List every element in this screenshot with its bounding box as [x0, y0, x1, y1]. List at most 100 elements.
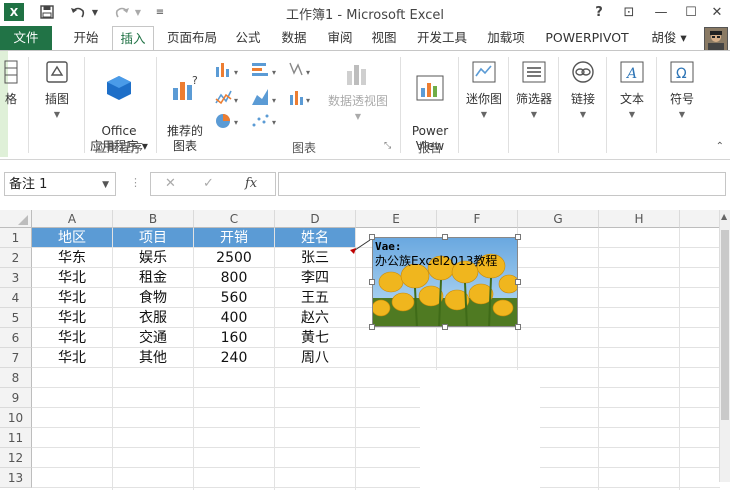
tab-file[interactable]: 文件: [0, 26, 52, 50]
confirm-entry-icon[interactable]: ✓: [203, 176, 214, 191]
column-header-d[interactable]: D: [275, 210, 356, 228]
resize-handle[interactable]: [515, 324, 521, 330]
row-header[interactable]: 2: [0, 248, 32, 268]
account-menu[interactable]: 胡俊 ▾: [642, 26, 696, 50]
collapse-ribbon-icon[interactable]: ⌃: [716, 141, 724, 152]
table-cell[interactable]: 800: [194, 268, 275, 288]
pivotchart-button[interactable]: 数据透视图 ▼: [322, 59, 394, 124]
table-cell[interactable]: 华东: [32, 248, 113, 268]
table-cell[interactable]: 王五: [275, 288, 356, 308]
charts-dialog-launcher-icon[interactable]: ⤡: [384, 141, 391, 151]
row-header[interactable]: 11: [0, 428, 32, 448]
table-cell[interactable]: 周八: [275, 348, 356, 368]
help-button[interactable]: ?: [586, 2, 612, 22]
table-cell[interactable]: 娱乐: [113, 248, 194, 268]
column-header-h[interactable]: H: [599, 210, 680, 228]
column-header-f[interactable]: F: [437, 210, 518, 228]
table-cell[interactable]: 李四: [275, 268, 356, 288]
column-header-a[interactable]: A: [32, 210, 113, 228]
cell-c1[interactable]: 开销: [194, 228, 275, 248]
table-cell[interactable]: 其他: [113, 348, 194, 368]
column-header-e[interactable]: E: [356, 210, 437, 228]
resize-handle[interactable]: [369, 279, 375, 285]
table-cell[interactable]: 560: [194, 288, 275, 308]
tab-home[interactable]: 开始: [66, 26, 106, 50]
table-cell[interactable]: 2500: [194, 248, 275, 268]
resize-handle[interactable]: [515, 279, 521, 285]
insert-function-icon[interactable]: fx: [245, 176, 257, 191]
tab-review[interactable]: 审阅: [320, 26, 360, 50]
tab-add-ins[interactable]: 加载项: [480, 26, 532, 50]
resize-handle[interactable]: [442, 234, 448, 240]
maximize-button[interactable]: ☐: [678, 2, 704, 22]
illustrations-button[interactable]: 插图 ▼: [34, 59, 80, 122]
name-box-value: 备注 1: [9, 177, 48, 192]
column-header-g[interactable]: G: [518, 210, 599, 228]
table-cell[interactable]: 衣服: [113, 308, 194, 328]
row-header[interactable]: 13: [0, 468, 32, 488]
table-cell[interactable]: 华北: [32, 288, 113, 308]
filters-button[interactable]: 筛选器 ▼: [510, 59, 558, 122]
name-box-dropdown-icon[interactable]: ▼: [102, 173, 109, 197]
sparklines-button[interactable]: 迷你图 ▼: [460, 59, 508, 122]
table-cell[interactable]: 240: [194, 348, 275, 368]
tab-developer[interactable]: 开发工具: [410, 26, 474, 50]
row-header[interactable]: 10: [0, 408, 32, 428]
vertical-scrollbar[interactable]: ▲: [719, 210, 730, 482]
tables-button[interactable]: 格: [2, 59, 20, 107]
scroll-up-icon[interactable]: ▲: [721, 212, 727, 221]
row-header[interactable]: 12: [0, 448, 32, 468]
row-header[interactable]: 9: [0, 388, 32, 408]
row-header[interactable]: 4: [0, 288, 32, 308]
links-button[interactable]: 链接 ▼: [560, 59, 606, 122]
row-header[interactable]: 1: [0, 228, 32, 248]
table-cell[interactable]: 华北: [32, 348, 113, 368]
tab-formulas[interactable]: 公式: [228, 26, 268, 50]
table-cell[interactable]: 食物: [113, 288, 194, 308]
tab-page-layout[interactable]: 页面布局: [160, 26, 224, 50]
row-header[interactable]: 6: [0, 328, 32, 348]
name-box[interactable]: 备注 1 ▼: [4, 172, 116, 196]
table-cell[interactable]: 张三: [275, 248, 356, 268]
scrollbar-thumb[interactable]: [721, 230, 729, 420]
cancel-entry-icon[interactable]: ✕: [165, 176, 176, 191]
resize-handle[interactable]: [369, 324, 375, 330]
select-all-corner[interactable]: [0, 210, 32, 228]
column-header-b[interactable]: B: [113, 210, 194, 228]
cell-d1[interactable]: 姓名: [275, 228, 356, 248]
table-cell[interactable]: 赵六: [275, 308, 356, 328]
comment-box[interactable]: Vae: 办公族Excel2013教程: [372, 237, 518, 327]
column-header-c[interactable]: C: [194, 210, 275, 228]
text-button[interactable]: A 文本 ▼: [608, 59, 656, 122]
tab-view[interactable]: 视图: [364, 26, 404, 50]
tab-insert[interactable]: 插入: [112, 26, 154, 52]
symbols-button[interactable]: Ω 符号 ▼: [658, 59, 706, 122]
close-button[interactable]: ✕: [704, 2, 730, 22]
column-header-i[interactable]: [680, 210, 720, 228]
row-header[interactable]: 8: [0, 368, 32, 388]
table-cell[interactable]: 华北: [32, 268, 113, 288]
formula-bar-drag-handle-icon[interactable]: ⋮: [130, 176, 141, 189]
ribbon-display-options-button[interactable]: ⊡: [616, 2, 642, 22]
table-cell[interactable]: 租金: [113, 268, 194, 288]
cell-a1[interactable]: 地区: [32, 228, 113, 248]
resize-handle[interactable]: [515, 234, 521, 240]
minimize-button[interactable]: —: [648, 2, 674, 22]
recommended-charts-button[interactable]: ? 推荐的 图表: [162, 59, 208, 154]
table-cell[interactable]: 黄七: [275, 328, 356, 348]
table-cell[interactable]: 交通: [113, 328, 194, 348]
avatar[interactable]: [704, 27, 728, 51]
table-cell[interactable]: 160: [194, 328, 275, 348]
table-cell[interactable]: 华北: [32, 328, 113, 348]
resize-handle[interactable]: [369, 234, 375, 240]
row-header[interactable]: 7: [0, 348, 32, 368]
tab-powerpivot[interactable]: POWERPIVOT: [538, 26, 636, 50]
resize-handle[interactable]: [442, 324, 448, 330]
row-header[interactable]: 5: [0, 308, 32, 328]
row-header[interactable]: 3: [0, 268, 32, 288]
table-cell[interactable]: 华北: [32, 308, 113, 328]
tab-data[interactable]: 数据: [274, 26, 314, 50]
cell-b1[interactable]: 项目: [113, 228, 194, 248]
formula-input[interactable]: [278, 172, 726, 196]
table-cell[interactable]: 400: [194, 308, 275, 328]
